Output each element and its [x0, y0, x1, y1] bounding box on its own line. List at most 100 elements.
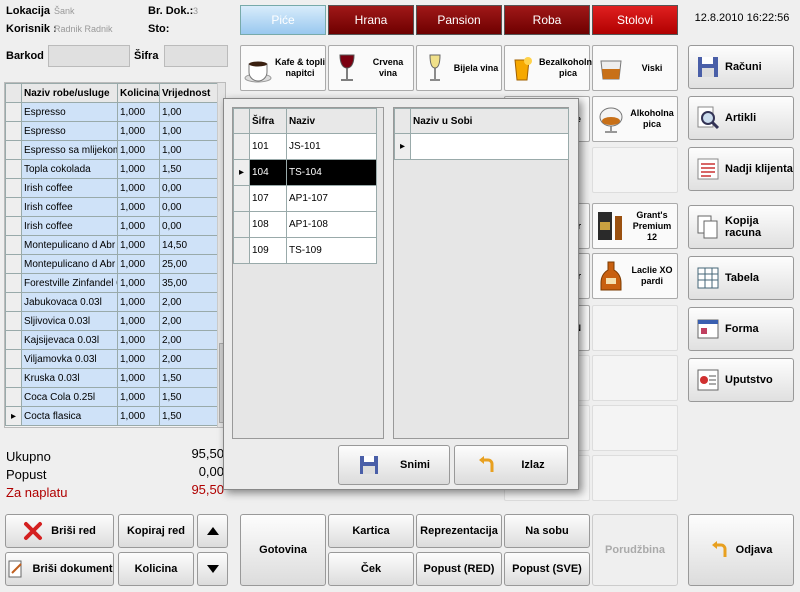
table-row[interactable]: 101 JS-101: [233, 133, 377, 160]
row-selector[interactable]: [233, 133, 250, 160]
forma-button[interactable]: Forma: [688, 307, 794, 351]
row-selector[interactable]: [5, 140, 22, 160]
table-row[interactable]: Irish coffee 1,000 0,00: [5, 197, 218, 217]
category-stolovi[interactable]: Stolovi: [592, 5, 678, 35]
table-row[interactable]: Forestville Zinfandel 0 1,000 35,00: [5, 273, 218, 293]
col-vrijednost[interactable]: Vrijednost: [159, 83, 218, 103]
row-selector[interactable]: [5, 121, 22, 141]
row-selector[interactable]: [5, 311, 22, 331]
racuni-button[interactable]: Računi: [688, 45, 794, 89]
product-bezalkoholna[interactable]: Bezalkoholna pica: [504, 45, 597, 91]
product-viski[interactable]: Viski: [592, 45, 678, 91]
popust-red-button[interactable]: Popust (RED): [416, 552, 502, 586]
col-naziv-u-sobi[interactable]: Naziv u Sobi: [410, 108, 569, 134]
order-table: Naziv robe/usluge Kolicina Vrijednost Es…: [5, 83, 218, 426]
snimi-button[interactable]: Snimi: [338, 445, 450, 485]
row-selector[interactable]: [5, 178, 22, 198]
row-selector[interactable]: [5, 368, 22, 388]
floppy-disk-icon: [698, 57, 718, 77]
table-row[interactable]: Jabukovaca 0.03l 1,000 2,00: [5, 292, 218, 312]
table-row[interactable]: Viljamovka 0.03l 1,000 2,00: [5, 349, 218, 369]
move-down-button[interactable]: [197, 552, 228, 586]
category-pansion[interactable]: Pansion: [416, 5, 502, 35]
cell-naziv: Irish coffee: [21, 216, 118, 236]
row-selector[interactable]: [233, 185, 250, 212]
barkod-input[interactable]: [48, 45, 130, 67]
porudzbina-button[interactable]: Porudžbina: [592, 514, 678, 586]
table-row[interactable]: Montepulicano d Abr 1,000 14,50: [5, 235, 218, 255]
row-selector[interactable]: [5, 273, 22, 293]
table-row[interactable]: Irish coffee 1,000 0,00: [5, 178, 218, 198]
table-row[interactable]: Topla cokolada 1,000 1,50: [5, 159, 218, 179]
row-selector[interactable]: [5, 235, 22, 255]
row-selector[interactable]: ▸: [233, 159, 250, 186]
row-selector[interactable]: [5, 197, 22, 217]
table-row[interactable]: 108 AP1-108: [233, 211, 377, 238]
cell-naziv: Kajsijevaca 0.03l: [21, 330, 118, 350]
product-alkoholna[interactable]: Alkoholna pica: [592, 96, 678, 142]
kopija-racuna-button[interactable]: Kopija racuna: [688, 205, 794, 249]
table-row[interactable]: ▸ 104 TS-104: [233, 159, 377, 186]
table-row[interactable]: 107 AP1-107: [233, 185, 377, 212]
table-row[interactable]: Sljivovica 0.03l 1,000 2,00: [5, 311, 218, 331]
kopiraj-red-button[interactable]: Kopiraj red: [118, 514, 194, 548]
reprezentacija-button[interactable]: Reprezentacija: [416, 514, 502, 548]
cell-vrijednost: 1,00: [159, 140, 218, 160]
col-sifra[interactable]: Šifra: [249, 108, 287, 134]
table-row[interactable]: ▸ Cocta flasica 1,000 1,50: [5, 406, 218, 426]
table-row[interactable]: Coca Cola 0.25l 1,000 1,50: [5, 387, 218, 407]
row-selector[interactable]: [233, 237, 250, 264]
col-naziv[interactable]: Naziv robe/usluge: [21, 83, 118, 103]
sifra-input[interactable]: [164, 45, 228, 67]
col-naziv[interactable]: Naziv: [286, 108, 377, 134]
room-name-cell[interactable]: [410, 133, 569, 160]
tabela-button[interactable]: Tabela: [688, 256, 794, 300]
row-selector[interactable]: [5, 330, 22, 350]
row-selector[interactable]: [5, 292, 22, 312]
row-selector[interactable]: [5, 254, 22, 274]
move-up-button[interactable]: [197, 514, 228, 548]
brisi-red-button[interactable]: Briši red: [5, 514, 114, 548]
table-row[interactable]: Irish coffee 1,000 0,00: [5, 216, 218, 236]
category-pice[interactable]: Piće: [240, 5, 326, 35]
popust-sve-button[interactable]: Popust (SVE): [504, 552, 590, 586]
row-selector[interactable]: ▸: [5, 406, 22, 426]
row-selector[interactable]: [5, 102, 22, 122]
product-grants[interactable]: Grant's Premium 12: [592, 203, 678, 249]
table-row[interactable]: Montepulicano d Abr 1,000 25,00: [5, 254, 218, 274]
table-row[interactable]: Espresso 1,000 1,00: [5, 102, 218, 122]
product-bijela-vina[interactable]: Bijela vina: [416, 45, 502, 91]
row-selector[interactable]: [233, 211, 250, 238]
table-row[interactable]: Espresso 1,000 1,00: [5, 121, 218, 141]
category-roba[interactable]: Roba: [504, 5, 590, 35]
table-row[interactable]: Espresso sa mlijekom 1,000 1,00: [5, 140, 218, 160]
manual-icon: [697, 369, 719, 391]
artikli-button[interactable]: Artikli: [688, 96, 794, 140]
lokacija-label: Lokacija: [6, 5, 51, 17]
cell-vrijednost: 1,50: [159, 406, 218, 426]
category-hrana[interactable]: Hrana: [328, 5, 414, 35]
cell-vrijednost: 1,50: [159, 159, 218, 179]
table-row[interactable]: 109 TS-109: [233, 237, 377, 264]
product-laclie[interactable]: Laclie XO pardi: [592, 253, 678, 299]
cek-button[interactable]: Ček: [328, 552, 414, 586]
table-row[interactable]: Kruska 0.03l 1,000 1,50: [5, 368, 218, 388]
table-row[interactable]: Kajsijevaca 0.03l 1,000 2,00: [5, 330, 218, 350]
odjava-button[interactable]: Odjava: [688, 514, 794, 586]
nadji-klijenta-button[interactable]: Nadji klijenta: [688, 147, 794, 191]
col-kolicina[interactable]: Kolicina: [117, 83, 160, 103]
kolicina-button[interactable]: Kolicina: [118, 552, 194, 586]
izlaz-button[interactable]: Izlaz: [454, 445, 568, 485]
uputstvo-button[interactable]: Uputstvo: [688, 358, 794, 402]
kartica-button[interactable]: Kartica: [328, 514, 414, 548]
row-selector[interactable]: [5, 216, 22, 236]
brisi-dokument-button[interactable]: Briši dokument: [5, 552, 114, 586]
na-sobu-button[interactable]: Na sobu: [504, 514, 590, 548]
gotovina-button[interactable]: Gotovina: [240, 514, 326, 586]
row-selector[interactable]: [5, 349, 22, 369]
cell-naziv: Coca Cola 0.25l: [21, 387, 118, 407]
product-crvena-vina[interactable]: Crvena vina: [328, 45, 414, 91]
row-selector[interactable]: [5, 159, 22, 179]
product-kafe[interactable]: Kafe & topli napitci: [240, 45, 326, 91]
row-selector[interactable]: [5, 387, 22, 407]
